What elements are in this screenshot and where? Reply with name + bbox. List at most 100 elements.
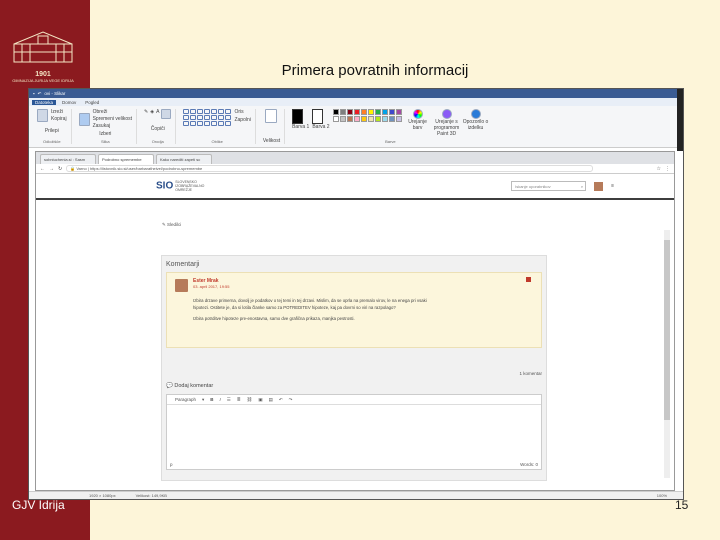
hamburger-icon[interactable]: ≡ bbox=[611, 183, 614, 189]
undo-icon[interactable]: ↶ bbox=[38, 91, 42, 97]
copy-button[interactable]: Kopiraj bbox=[51, 116, 67, 122]
brush-icon[interactable] bbox=[161, 109, 172, 119]
color-swatch[interactable] bbox=[367, 109, 374, 115]
color-swatch[interactable] bbox=[381, 109, 388, 115]
scroll-thumb[interactable] bbox=[664, 240, 670, 420]
editor-status: p Words: 0 bbox=[170, 462, 538, 467]
browser-tab[interactable]: sobniuchenia.si : Sasm bbox=[40, 154, 96, 164]
crop-button[interactable]: Obreži bbox=[93, 109, 132, 115]
user-avatar[interactable] bbox=[594, 181, 604, 191]
text-icon[interactable]: A bbox=[156, 109, 159, 119]
group-shapes: Oris Zapolni Oblike bbox=[179, 109, 256, 144]
paint3d-icon[interactable] bbox=[441, 109, 452, 119]
browser-tab-active[interactable]: Podrobno spremembe bbox=[98, 154, 154, 164]
color-swatch[interactable] bbox=[332, 116, 339, 122]
browser-tab[interactable]: Kako narediti zapeti sc bbox=[156, 154, 212, 164]
school-logo: 1901 GIMNAZIJA JURIJA VEGE IDRIJA bbox=[10, 30, 76, 85]
undo-icon[interactable]: ↶ bbox=[279, 397, 283, 403]
chevron-down-icon[interactable]: ▾ bbox=[202, 397, 204, 403]
pencil-icon[interactable]: ✎ bbox=[144, 109, 148, 119]
color-swatch[interactable] bbox=[360, 116, 367, 122]
color1-swatch[interactable] bbox=[292, 109, 304, 124]
fill-icon[interactable]: ◈ bbox=[150, 109, 154, 119]
back-icon[interactable]: ← bbox=[40, 166, 45, 172]
paste-icon[interactable] bbox=[37, 109, 48, 122]
comment-editor[interactable]: Paragraph ▾ B I ☰ ≣ ⛓ ▣ ▤ ↶ ↷ p Words: 0 bbox=[166, 394, 542, 470]
menu-icon[interactable]: ⋮ bbox=[665, 166, 670, 172]
footer-left: GJV Idrija bbox=[12, 498, 65, 512]
forward-icon[interactable]: → bbox=[49, 166, 54, 172]
comment-avatar bbox=[175, 279, 188, 292]
site-logo[interactable]: SIO SLOVENSKO IZOBRAŽEVALNO OMREŽJE bbox=[156, 180, 215, 192]
size-button[interactable]: Velikost bbox=[263, 138, 280, 144]
screen-edge bbox=[677, 89, 683, 151]
color-swatch[interactable] bbox=[353, 116, 360, 122]
group-size: Velikost bbox=[259, 109, 286, 144]
paste-button[interactable]: Prilepi bbox=[45, 128, 59, 134]
edit-colors-icon[interactable] bbox=[412, 109, 423, 119]
media-icon[interactable]: ▤ bbox=[269, 397, 273, 403]
logo-year: 1901 bbox=[35, 71, 51, 78]
select-button[interactable]: Izberi bbox=[99, 131, 111, 137]
group-tools: ✎ ◈ A Čopiči Orodja bbox=[140, 109, 177, 144]
color-swatch[interactable] bbox=[374, 109, 381, 115]
tab-file[interactable]: Datoteka bbox=[32, 99, 57, 105]
fill-button[interactable]: Zapolni bbox=[234, 117, 250, 123]
paint3d-button[interactable]: Urejanje s programom Paint 3D bbox=[434, 119, 460, 137]
color-swatch[interactable] bbox=[367, 116, 374, 122]
color-palette[interactable] bbox=[332, 109, 402, 122]
tab-home[interactable]: Domov bbox=[59, 100, 79, 105]
brushes-button[interactable]: Čopiči bbox=[151, 126, 165, 132]
reload-icon[interactable]: ↻ bbox=[58, 166, 62, 172]
color-swatch[interactable] bbox=[374, 116, 381, 122]
bold-icon[interactable]: B bbox=[210, 397, 213, 402]
warning-icon[interactable] bbox=[470, 109, 481, 119]
page-scrollbar[interactable] bbox=[664, 230, 670, 478]
format-select[interactable]: Paragraph bbox=[175, 397, 196, 402]
color-swatch[interactable] bbox=[360, 109, 367, 115]
search-placeholder: Iskanje uporabnikov bbox=[515, 183, 551, 189]
cut-button[interactable]: Izreži bbox=[51, 109, 67, 115]
numbered-list-icon[interactable]: ≣ bbox=[237, 397, 241, 403]
tab-view[interactable]: Pogled bbox=[82, 100, 102, 105]
color-swatch[interactable] bbox=[339, 116, 346, 122]
color-swatch[interactable] bbox=[395, 109, 402, 115]
resize-button[interactable]: Spremeni velikost bbox=[93, 116, 132, 122]
address-bar: ← → ↻ 🔒 Varno | https://listovnik.sio.si… bbox=[36, 164, 674, 174]
group-clipboard: Izreži Kopiraj Prilepi Odložišče bbox=[33, 109, 72, 144]
color-swatch[interactable] bbox=[346, 116, 353, 122]
color2-swatch[interactable] bbox=[312, 109, 324, 124]
color-swatch[interactable] bbox=[346, 109, 353, 115]
color-swatch[interactable] bbox=[388, 109, 395, 115]
size-icon[interactable] bbox=[265, 109, 278, 123]
bookmark-icon[interactable]: ☆ bbox=[657, 166, 661, 172]
image-icon[interactable]: ▣ bbox=[258, 397, 262, 403]
url-field[interactable]: 🔒 Varno | https://listovnik.sio.si/user/… bbox=[66, 165, 593, 172]
group-colors: Barva 1 Barva 2 Urejanje barv Urejanje s… bbox=[288, 109, 492, 144]
shapes-gallery[interactable] bbox=[183, 109, 232, 126]
followers-link[interactable]: ✎ Sledilci bbox=[162, 222, 181, 228]
delete-icon[interactable] bbox=[526, 277, 531, 282]
save-icon[interactable]: ▪ bbox=[33, 91, 35, 96]
zoom-level[interactable]: 100% bbox=[657, 493, 667, 498]
screenshot: ▪ ↶ ovi - Slikar Datoteka Domov Pogled I… bbox=[28, 88, 684, 500]
rotate-button[interactable]: Zasukaj bbox=[93, 123, 132, 129]
select-icon[interactable] bbox=[78, 112, 90, 126]
product-alert-button[interactable]: Opozorilo o izdelku bbox=[463, 119, 489, 131]
search-icon[interactable]: ⌕ bbox=[581, 184, 585, 189]
color-swatch[interactable] bbox=[395, 116, 402, 122]
link-icon[interactable]: ⛓ bbox=[247, 397, 253, 403]
outline-button[interactable]: Oris bbox=[234, 109, 250, 115]
color1-label: Barva 1 bbox=[292, 124, 310, 130]
color-swatch[interactable] bbox=[353, 109, 360, 115]
color-swatch[interactable] bbox=[388, 116, 395, 122]
user-search-input[interactable]: Iskanje uporabnikov ⌕ bbox=[511, 181, 587, 191]
color-swatch[interactable] bbox=[339, 109, 346, 115]
redo-icon[interactable]: ↷ bbox=[289, 397, 293, 403]
italic-icon[interactable]: I bbox=[220, 397, 221, 402]
bullet-list-icon[interactable]: ☰ bbox=[227, 397, 231, 403]
color-swatch[interactable] bbox=[381, 116, 388, 122]
comment-card: Ester Mrak 03. april 2017, 19:55 Izbira … bbox=[166, 272, 542, 348]
edit-colors-button[interactable]: Urejanje barv bbox=[408, 119, 427, 131]
color-swatch[interactable] bbox=[332, 109, 339, 115]
